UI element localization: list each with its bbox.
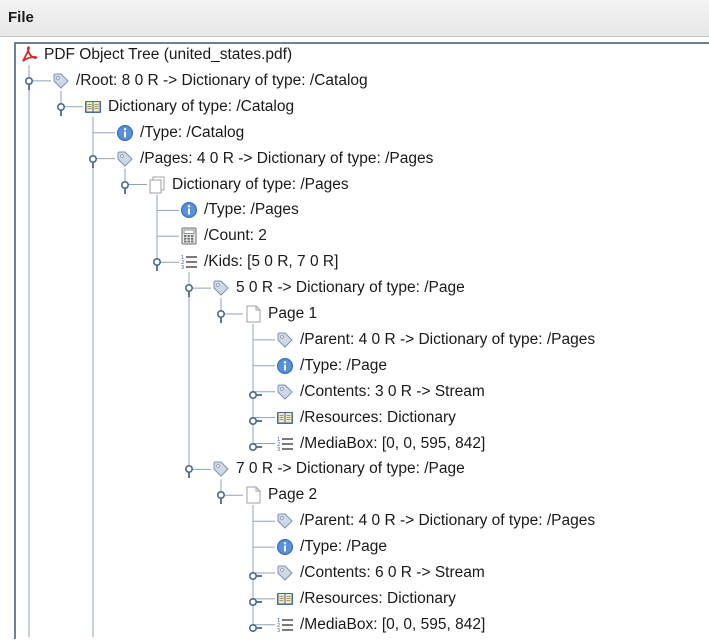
list-icon: 1 2 3 bbox=[276, 435, 294, 453]
tree-node-label: /Contents: 3 0 R -> Stream bbox=[300, 382, 485, 400]
tree-node-label: Dictionary of type: /Catalog bbox=[108, 97, 295, 115]
tree-node-label: PDF Object Tree (united_states.pdf) bbox=[44, 46, 293, 63]
tree-node-label: /Count: 2 bbox=[204, 227, 267, 245]
tree-node-label: /Root: 8 0 R -> Dictionary of type: /Cat… bbox=[76, 71, 368, 89]
info-icon bbox=[116, 124, 134, 142]
tree-node-label: /MediaBox: [0, 0, 595, 842] bbox=[300, 615, 486, 633]
collapse-handle-icon[interactable] bbox=[184, 465, 194, 479]
tree-node-label: 7 0 R -> Dictionary of type: /Page bbox=[236, 460, 465, 478]
tag-icon bbox=[212, 460, 230, 478]
info-icon bbox=[276, 538, 294, 556]
expand-handle-icon[interactable] bbox=[248, 594, 263, 606]
tag-icon bbox=[276, 331, 294, 349]
menu-file[interactable]: File bbox=[8, 9, 34, 26]
tag-icon bbox=[276, 512, 294, 530]
expand-handle-icon[interactable] bbox=[248, 439, 263, 451]
page-icon bbox=[244, 486, 262, 504]
tree-node-label: Dictionary of type: /Pages bbox=[172, 175, 349, 193]
expand-handle-icon[interactable] bbox=[248, 413, 263, 425]
collapse-handle-icon[interactable] bbox=[120, 180, 130, 195]
tag-icon bbox=[276, 383, 294, 401]
expand-handle-icon[interactable] bbox=[248, 568, 263, 581]
tree-node-label: /Type: /Page bbox=[300, 356, 388, 374]
tree-node-label: /Parent: 4 0 R -> Dictionary of type: /P… bbox=[300, 330, 596, 348]
tree-node-label: /Type: /Page bbox=[300, 538, 388, 556]
tree-node-label: /Kids: [5 0 R, 7 0 R] bbox=[204, 253, 339, 271]
tree-node-label: /Type: /Catalog bbox=[140, 123, 245, 141]
expand-handle-icon[interactable] bbox=[248, 620, 263, 632]
tree-node-label: /Parent: 4 0 R -> Dictionary of type: /P… bbox=[300, 512, 596, 530]
info-icon bbox=[276, 357, 294, 375]
collapse-handle-icon[interactable] bbox=[152, 258, 162, 272]
calculator-icon bbox=[180, 227, 198, 245]
book-icon bbox=[276, 409, 294, 427]
tag-icon bbox=[52, 72, 70, 90]
tree-node-label: /MediaBox: [0, 0, 595, 842] bbox=[300, 434, 486, 452]
tree-node-label: /Pages: 4 0 R -> Dictionary of type: /Pa… bbox=[140, 149, 434, 167]
pages-icon bbox=[148, 176, 166, 194]
tag-icon bbox=[212, 279, 230, 297]
list-icon: 1 2 3 bbox=[180, 253, 198, 271]
collapse-handle-icon[interactable] bbox=[184, 284, 194, 298]
svg-text:3: 3 bbox=[277, 628, 280, 634]
tree-node-label: /Resources: Dictionary bbox=[300, 408, 456, 426]
page-icon bbox=[244, 305, 262, 323]
expand-handle-icon[interactable] bbox=[248, 387, 263, 399]
list-icon: 1 2 3 bbox=[276, 616, 294, 634]
tree-node-label: Page 2 bbox=[268, 486, 318, 504]
book-icon bbox=[84, 98, 102, 116]
menu-bar: File bbox=[0, 0, 709, 37]
tree-node-label: /Type: /Pages bbox=[204, 201, 299, 219]
tree-node-label: /Resources: Dictionary bbox=[300, 589, 456, 607]
tree-node-label: /Contents: 6 0 R -> Stream bbox=[300, 564, 485, 581]
tag-icon bbox=[276, 564, 294, 582]
info-icon bbox=[180, 201, 198, 219]
collapse-handle-icon[interactable] bbox=[24, 76, 34, 91]
collapse-handle-icon[interactable] bbox=[88, 154, 98, 169]
collapse-handle-icon[interactable] bbox=[216, 491, 226, 505]
pdf-icon bbox=[20, 46, 38, 64]
tree-node-label: 5 0 R -> Dictionary of type: /Page bbox=[236, 279, 465, 297]
book-icon bbox=[276, 590, 294, 608]
tag-icon bbox=[116, 150, 134, 168]
tree-node-label: Page 1 bbox=[268, 305, 318, 322]
svg-text:3: 3 bbox=[277, 447, 280, 453]
collapse-handle-icon[interactable] bbox=[56, 102, 66, 117]
collapse-handle-icon[interactable] bbox=[216, 309, 226, 324]
svg-text:3: 3 bbox=[181, 265, 184, 271]
